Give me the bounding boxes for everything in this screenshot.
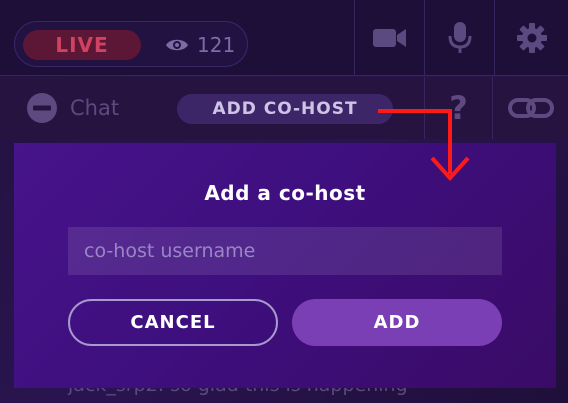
annotation-arrow-icon [378,109,470,181]
